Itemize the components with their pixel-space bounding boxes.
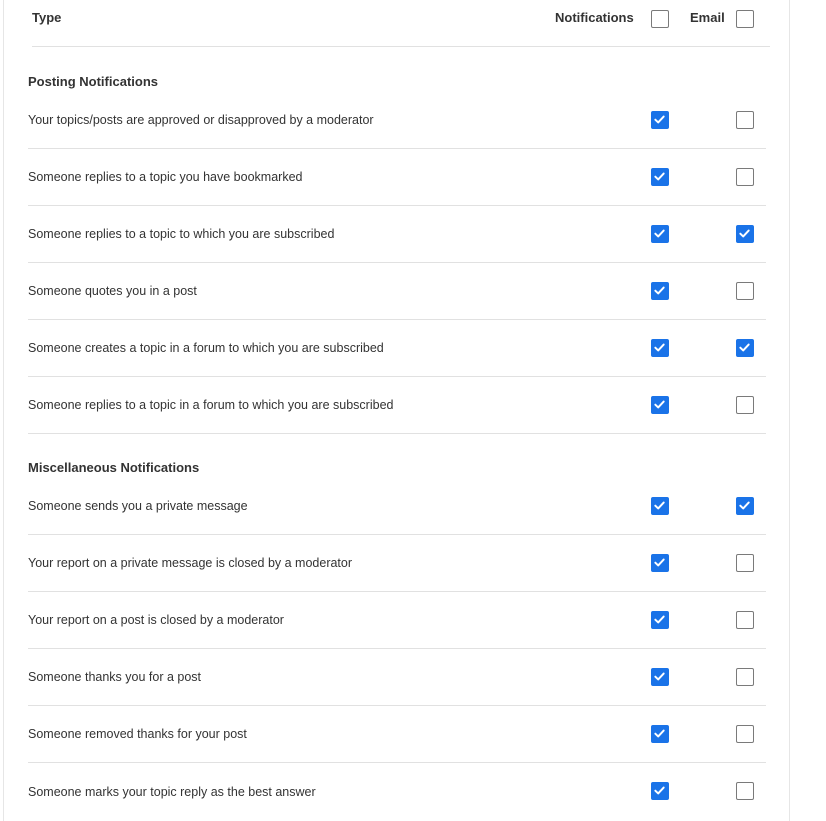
email-checkbox[interactable] bbox=[736, 725, 754, 743]
notification-checkbox[interactable] bbox=[651, 396, 669, 414]
notification-checkbox[interactable] bbox=[651, 225, 669, 243]
notification-row-label: Someone replies to a topic to which you … bbox=[28, 227, 335, 241]
check-icon bbox=[654, 115, 665, 124]
email-checkbox[interactable] bbox=[736, 782, 754, 800]
check-icon bbox=[654, 786, 665, 795]
notification-checkbox[interactable] bbox=[651, 168, 669, 186]
email-checkbox[interactable] bbox=[736, 554, 754, 572]
notification-checkbox[interactable] bbox=[651, 282, 669, 300]
notification-row-label: Someone creates a topic in a forum to wh… bbox=[28, 341, 384, 355]
type-column-header: Type bbox=[32, 10, 62, 25]
check-icon bbox=[654, 400, 665, 409]
email-checkbox[interactable] bbox=[736, 282, 754, 300]
notification-row-label: Your topics/posts are approved or disapp… bbox=[28, 113, 374, 127]
email-checkbox[interactable] bbox=[736, 611, 754, 629]
check-icon bbox=[654, 286, 665, 295]
notification-checkbox[interactable] bbox=[651, 497, 669, 515]
email-checkbox[interactable] bbox=[736, 497, 754, 515]
email-checkbox[interactable] bbox=[736, 168, 754, 186]
check-icon bbox=[654, 729, 665, 738]
check-icon bbox=[654, 558, 665, 567]
email-checkbox[interactable] bbox=[736, 339, 754, 357]
email-checkbox[interactable] bbox=[736, 396, 754, 414]
notification-row-label: Someone quotes you in a post bbox=[28, 284, 197, 298]
section-title: Miscellaneous Notifications bbox=[28, 460, 200, 475]
section-title: Posting Notifications bbox=[28, 74, 158, 89]
notification-checkbox[interactable] bbox=[651, 668, 669, 686]
notification-row-label: Someone replies to a topic in a forum to… bbox=[28, 398, 394, 412]
check-icon bbox=[739, 229, 750, 238]
notification-checkbox[interactable] bbox=[651, 111, 669, 129]
check-icon bbox=[654, 172, 665, 181]
email-select-all-checkbox[interactable] bbox=[736, 10, 754, 28]
email-column-header: Email bbox=[690, 10, 725, 25]
email-checkbox[interactable] bbox=[736, 111, 754, 129]
notification-row-label: Your report on a private message is clos… bbox=[28, 556, 353, 570]
notification-checkbox[interactable] bbox=[651, 554, 669, 572]
notification-checkbox[interactable] bbox=[651, 725, 669, 743]
check-icon bbox=[654, 501, 665, 510]
check-icon bbox=[654, 672, 665, 681]
notification-row-label: Someone thanks you for a post bbox=[28, 670, 202, 684]
notification-row-label: Your report on a post is closed by a mod… bbox=[28, 613, 284, 627]
notification-row-label: Someone sends you a private message bbox=[28, 499, 248, 513]
notifications-column-header: Notifications bbox=[555, 10, 634, 25]
notification-checkbox[interactable] bbox=[651, 611, 669, 629]
email-checkbox[interactable] bbox=[736, 668, 754, 686]
check-icon bbox=[654, 229, 665, 238]
check-icon bbox=[739, 501, 750, 510]
notifications-select-all-checkbox[interactable] bbox=[651, 10, 669, 28]
email-checkbox[interactable] bbox=[736, 225, 754, 243]
check-icon bbox=[654, 615, 665, 624]
check-icon bbox=[654, 343, 665, 352]
notification-checkbox[interactable] bbox=[651, 339, 669, 357]
check-icon bbox=[739, 343, 750, 352]
notification-row-label: Someone removed thanks for your post bbox=[28, 727, 247, 741]
notification-row-label: Someone marks your topic reply as the be… bbox=[28, 784, 316, 799]
notification-checkbox[interactable] bbox=[651, 782, 669, 800]
notification-row-label: Someone replies to a topic you have book… bbox=[28, 170, 303, 184]
